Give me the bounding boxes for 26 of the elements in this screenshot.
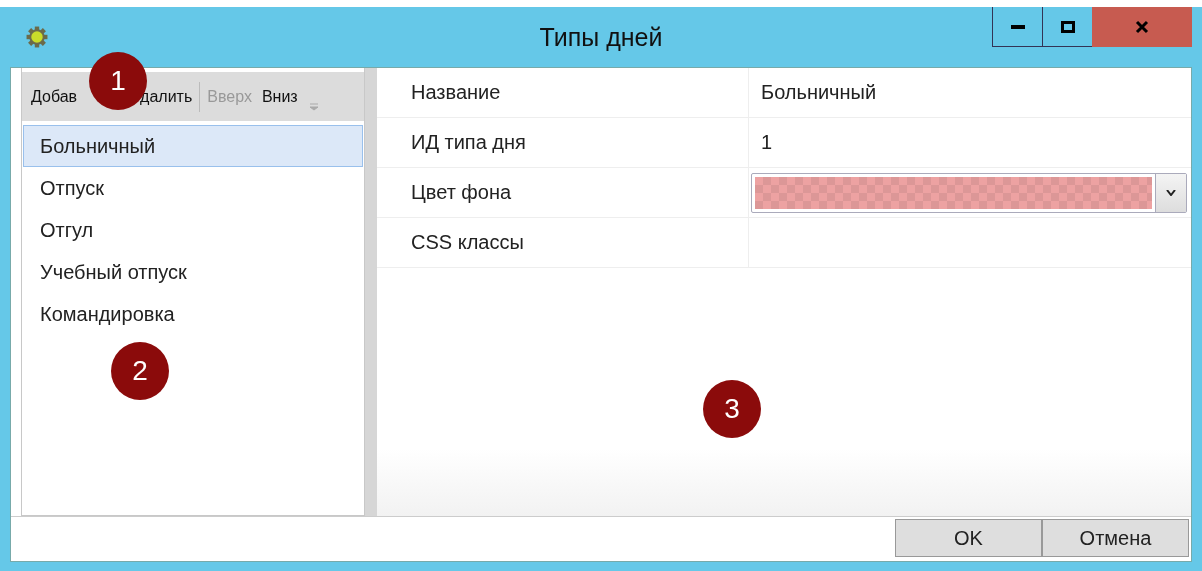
property-name: Цвет фона xyxy=(377,168,749,217)
list-item[interactable]: Командировка xyxy=(23,293,363,335)
caret-icon xyxy=(1166,189,1176,196)
maximize-icon xyxy=(1060,20,1075,33)
list-item[interactable]: Учебный отпуск xyxy=(23,251,363,293)
toolbar-button[interactable]: Добав xyxy=(26,76,83,117)
color-dropdown[interactable] xyxy=(751,172,1187,213)
list-item[interactable]: Отпуск xyxy=(23,167,363,209)
property-value: Больничный xyxy=(761,81,877,104)
list-item[interactable]: Больничный xyxy=(23,125,363,167)
toolbar-button[interactable]: далить xyxy=(140,76,198,117)
property-name: CSS классы xyxy=(377,218,749,267)
cancel-button[interactable]: Отмена xyxy=(1042,519,1189,557)
ok-button[interactable]: OK xyxy=(895,519,1042,557)
toolbar-button[interactable]: Вниз xyxy=(256,76,303,117)
list-item[interactable]: Отгул xyxy=(23,209,363,251)
property-name: Название xyxy=(377,68,749,117)
window-title: Типы дней xyxy=(539,22,663,52)
property-value: 1 xyxy=(761,131,773,154)
overflow-icon[interactable] xyxy=(308,102,319,111)
gear-icon xyxy=(26,26,48,48)
property-name: ИД типа дня xyxy=(377,118,749,167)
minimize-icon xyxy=(1010,24,1025,29)
callout-badge: 2 xyxy=(111,342,169,400)
close-icon xyxy=(1135,19,1149,34)
minimize-button[interactable] xyxy=(992,7,1043,47)
